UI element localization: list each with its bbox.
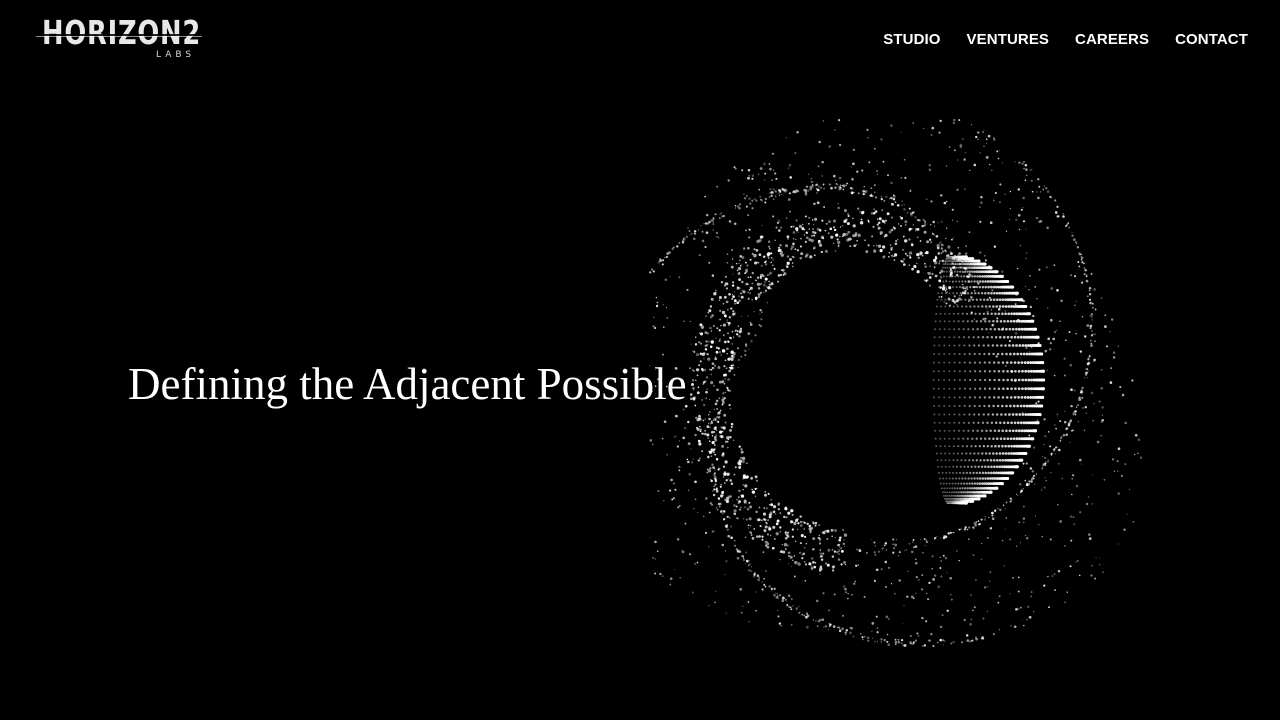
particle-cloud [649, 118, 1143, 647]
site-header: HORIZON2 LABS STUDIO VENTURES CAREERS CO… [0, 0, 1280, 80]
main-nav: STUDIO VENTURES CAREERS CONTACT [883, 31, 1248, 48]
nav-contact-link[interactable]: CONTACT [1175, 31, 1248, 48]
nav-studio-link[interactable]: STUDIO [883, 31, 940, 48]
nav-ventures-link[interactable]: VENTURES [967, 31, 1049, 48]
logo-subtitle: LABS [156, 50, 196, 60]
nav-careers-link[interactable]: CAREERS [1075, 31, 1149, 48]
logo-wordmark: HORIZON2 [42, 13, 202, 52]
dotted-sphere [932, 255, 1046, 505]
hero-title: Defining the Adjacent Possible [128, 359, 687, 409]
logo-horizon-highlight [36, 36, 202, 37]
particle-sphere-graphic [649, 118, 1143, 647]
horizon2-logo[interactable]: HORIZON2 LABS [36, 14, 206, 64]
